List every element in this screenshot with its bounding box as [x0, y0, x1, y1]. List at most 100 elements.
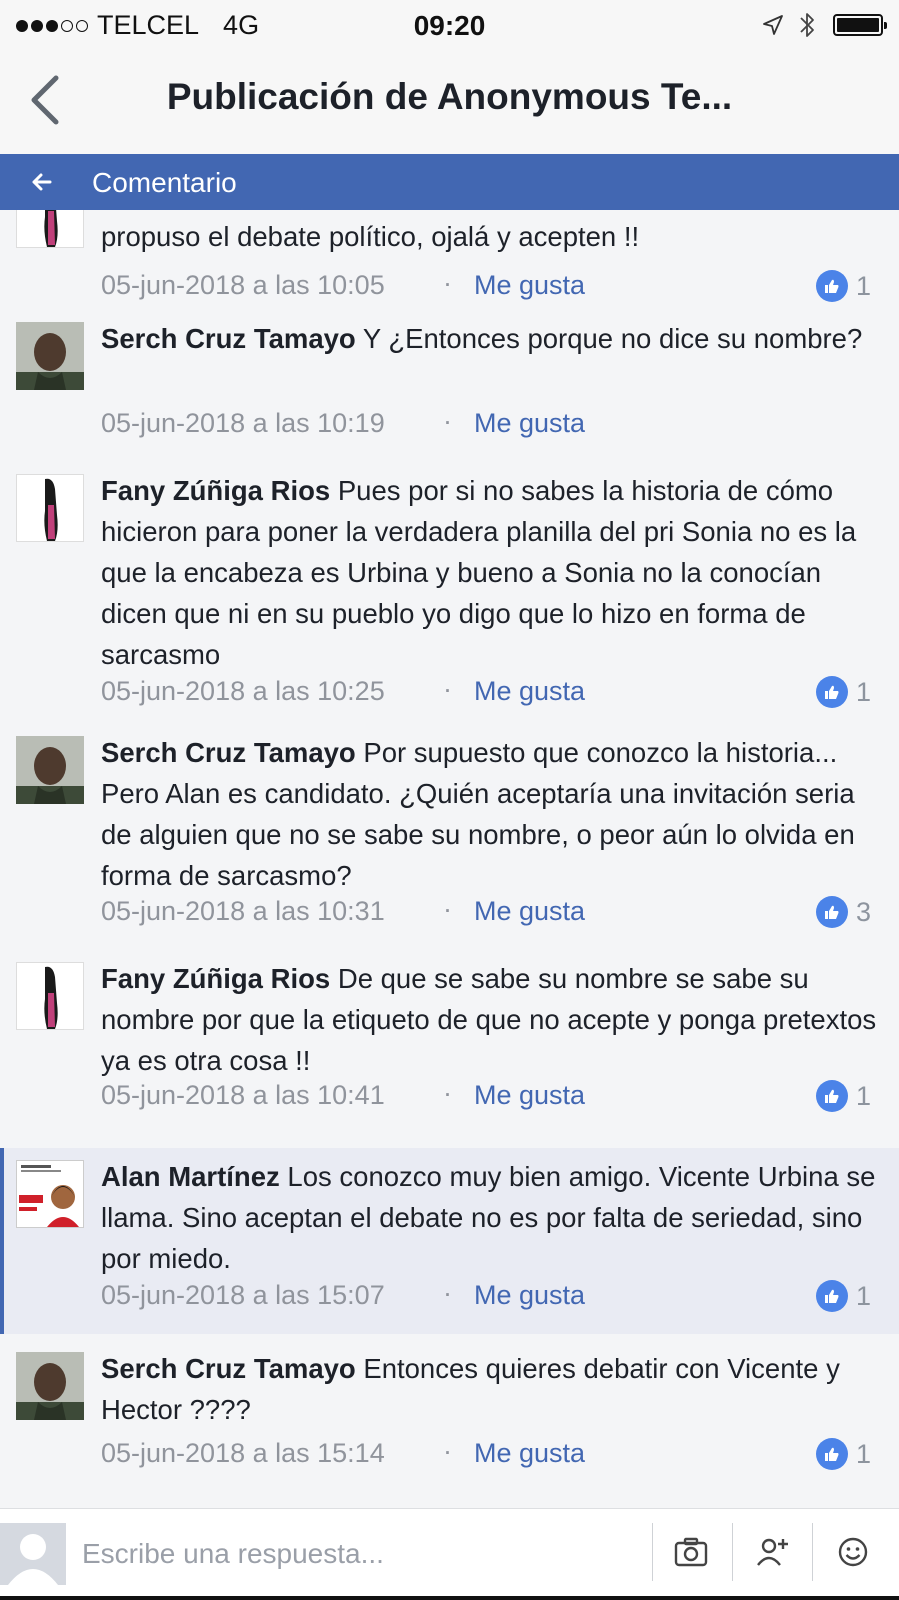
- like-count-badge[interactable]: 3: [815, 896, 871, 928]
- page-title: Publicación de Anonymous Te...: [166, 76, 733, 117]
- avatar[interactable]: [16, 1160, 84, 1228]
- comment-back-button[interactable]: [30, 168, 54, 196]
- comment-meta: 05-jun-2018 a las 15:07 · Me gusta 1: [101, 1278, 871, 1320]
- battery-icon: [833, 14, 887, 36]
- meta-separator: ·: [443, 1078, 452, 1108]
- thumbs-up-icon: [815, 1280, 848, 1312]
- like-count: 1: [855, 676, 871, 707]
- avatar[interactable]: [16, 474, 84, 542]
- thumbs-up-icon: [815, 270, 848, 302]
- emoji-button[interactable]: [830, 1529, 876, 1575]
- avatar[interactable]: [16, 736, 84, 804]
- comment-body: Serch Cruz Tamayo Y ¿Entonces porque no …: [101, 318, 891, 359]
- avatar[interactable]: [16, 1352, 84, 1420]
- avatar[interactable]: [16, 322, 84, 390]
- like-button[interactable]: Me gusta: [474, 1438, 585, 1469]
- meta-separator: ·: [443, 674, 452, 704]
- status-bar: TELCEL 4G 09:20: [0, 0, 899, 50]
- like-button[interactable]: Me gusta: [474, 1080, 585, 1111]
- comment-timestamp[interactable]: 05-jun-2018 a las 10:25: [101, 676, 385, 707]
- meta-separator: ·: [443, 894, 452, 924]
- meta-separator: ·: [443, 268, 452, 298]
- like-button[interactable]: Me gusta: [474, 676, 585, 707]
- user-avatar: [0, 1523, 66, 1585]
- smiley-icon: [838, 1537, 868, 1567]
- like-button[interactable]: Me gusta: [474, 896, 585, 927]
- comment-meta: 05-jun-2018 a las 10:05 · Me gusta 1: [101, 268, 871, 310]
- comment-meta: 05-jun-2018 a las 10:41 · Me gusta 1: [101, 1078, 871, 1120]
- comment-header: Comentario: [0, 154, 899, 210]
- like-count: 3: [855, 896, 871, 927]
- thumbs-up-icon: [815, 1080, 848, 1112]
- location-arrow-icon: [763, 15, 783, 35]
- comment-meta: 05-jun-2018 a las 10:19 · Me gusta: [101, 406, 871, 448]
- comment-body: propuso el debate político, ojalá y acep…: [101, 216, 891, 257]
- meta-separator: ·: [443, 1278, 452, 1308]
- comment-author[interactable]: Serch Cruz Tamayo: [101, 1353, 356, 1384]
- comment-author[interactable]: Serch Cruz Tamayo: [101, 737, 356, 768]
- comment-text: propuso el debate político, ojalá y acep…: [101, 221, 640, 252]
- bottom-edge: [0, 1596, 899, 1600]
- comment-author[interactable]: Alan Martínez: [101, 1161, 280, 1192]
- thumbs-up-icon: [815, 676, 848, 708]
- comment-timestamp[interactable]: 05-jun-2018 a las 10:19: [101, 408, 385, 439]
- comment-body: Fany Zúñiga Rios Pues por si no sabes la…: [101, 470, 891, 675]
- like-button[interactable]: Me gusta: [474, 408, 585, 439]
- navigation-bar: Publicación de Anonymous Te...: [0, 50, 899, 154]
- meta-separator: ·: [443, 1436, 452, 1466]
- mention-button[interactable]: [750, 1529, 796, 1575]
- comment-meta: 05-jun-2018 a las 10:31 · Me gusta 3: [101, 894, 871, 936]
- like-count: 1: [855, 1438, 871, 1469]
- like-count-badge[interactable]: 1: [815, 1438, 871, 1470]
- comment-timestamp[interactable]: 05-jun-2018 a las 10:05: [101, 270, 385, 301]
- like-count-badge[interactable]: 1: [815, 270, 871, 302]
- add-person-icon: [757, 1538, 788, 1566]
- comment-item: Serch Cruz Tamayo Por supuesto que conoz…: [0, 736, 899, 946]
- comment-meta: 05-jun-2018 a las 10:25 · Me gusta 1: [101, 674, 871, 716]
- comment-timestamp[interactable]: 05-jun-2018 a las 15:14: [101, 1438, 385, 1469]
- comment-body: Alan Martínez Los conozco muy bien amigo…: [101, 1156, 891, 1279]
- comment-list: propuso el debate político, ojalá y acep…: [0, 210, 899, 1508]
- comment-body: Fany Zúñiga Rios De que se sabe su nombr…: [101, 958, 891, 1081]
- comment-text: Y ¿Entonces porque no dice su nombre?: [362, 323, 863, 354]
- divider: [732, 1523, 733, 1581]
- like-count-badge[interactable]: 1: [815, 1080, 871, 1112]
- avatar[interactable]: [16, 962, 84, 1030]
- like-count: 1: [855, 1080, 871, 1111]
- avatar[interactable]: [16, 210, 84, 248]
- divider: [652, 1523, 653, 1581]
- like-count-badge[interactable]: 1: [815, 676, 871, 708]
- comment-meta: 05-jun-2018 a las 15:14 · Me gusta 1: [101, 1436, 871, 1478]
- meta-separator: ·: [443, 406, 452, 436]
- comment-author[interactable]: Fany Zúñiga Rios: [101, 475, 330, 506]
- reply-bar: [0, 1508, 899, 1599]
- comment-author[interactable]: Serch Cruz Tamayo: [101, 323, 356, 354]
- comment-item: Serch Cruz Tamayo Entonces quieres debat…: [0, 1352, 899, 1492]
- comment-timestamp[interactable]: 05-jun-2018 a las 10:41: [101, 1080, 385, 1111]
- comment-author[interactable]: Fany Zúñiga Rios: [101, 963, 330, 994]
- comment-item-highlighted: Alan Martínez Los conozco muy bien amigo…: [0, 1148, 899, 1334]
- like-count-badge[interactable]: 1: [815, 1280, 871, 1312]
- comment-item: propuso el debate político, ojalá y acep…: [0, 210, 899, 310]
- comment-timestamp[interactable]: 05-jun-2018 a las 10:31: [101, 896, 385, 927]
- bluetooth-icon: [800, 13, 814, 37]
- camera-icon: [674, 1537, 708, 1567]
- comment-item: Fany Zúñiga Rios Pues por si no sabes la…: [0, 474, 899, 714]
- comment-item: Serch Cruz Tamayo Y ¿Entonces porque no …: [0, 322, 899, 462]
- like-button[interactable]: Me gusta: [474, 270, 585, 301]
- comment-body: Serch Cruz Tamayo Entonces quieres debat…: [101, 1348, 891, 1430]
- thumbs-up-icon: [815, 1438, 848, 1470]
- like-count: 1: [855, 270, 871, 301]
- status-icons: [761, 10, 887, 40]
- thumbs-up-icon: [815, 896, 848, 928]
- comment-item: Fany Zúñiga Rios De que se sabe su nombr…: [0, 962, 899, 1122]
- divider: [812, 1523, 813, 1581]
- comment-body: Serch Cruz Tamayo Por supuesto que conoz…: [101, 732, 891, 896]
- arrow-left-icon: [32, 173, 52, 191]
- like-count: 1: [855, 1280, 871, 1311]
- camera-button[interactable]: [668, 1529, 714, 1575]
- reply-input[interactable]: [80, 1509, 644, 1599]
- comment-timestamp[interactable]: 05-jun-2018 a las 15:07: [101, 1280, 385, 1311]
- like-button[interactable]: Me gusta: [474, 1280, 585, 1311]
- header-title: Comentario: [92, 167, 237, 198]
